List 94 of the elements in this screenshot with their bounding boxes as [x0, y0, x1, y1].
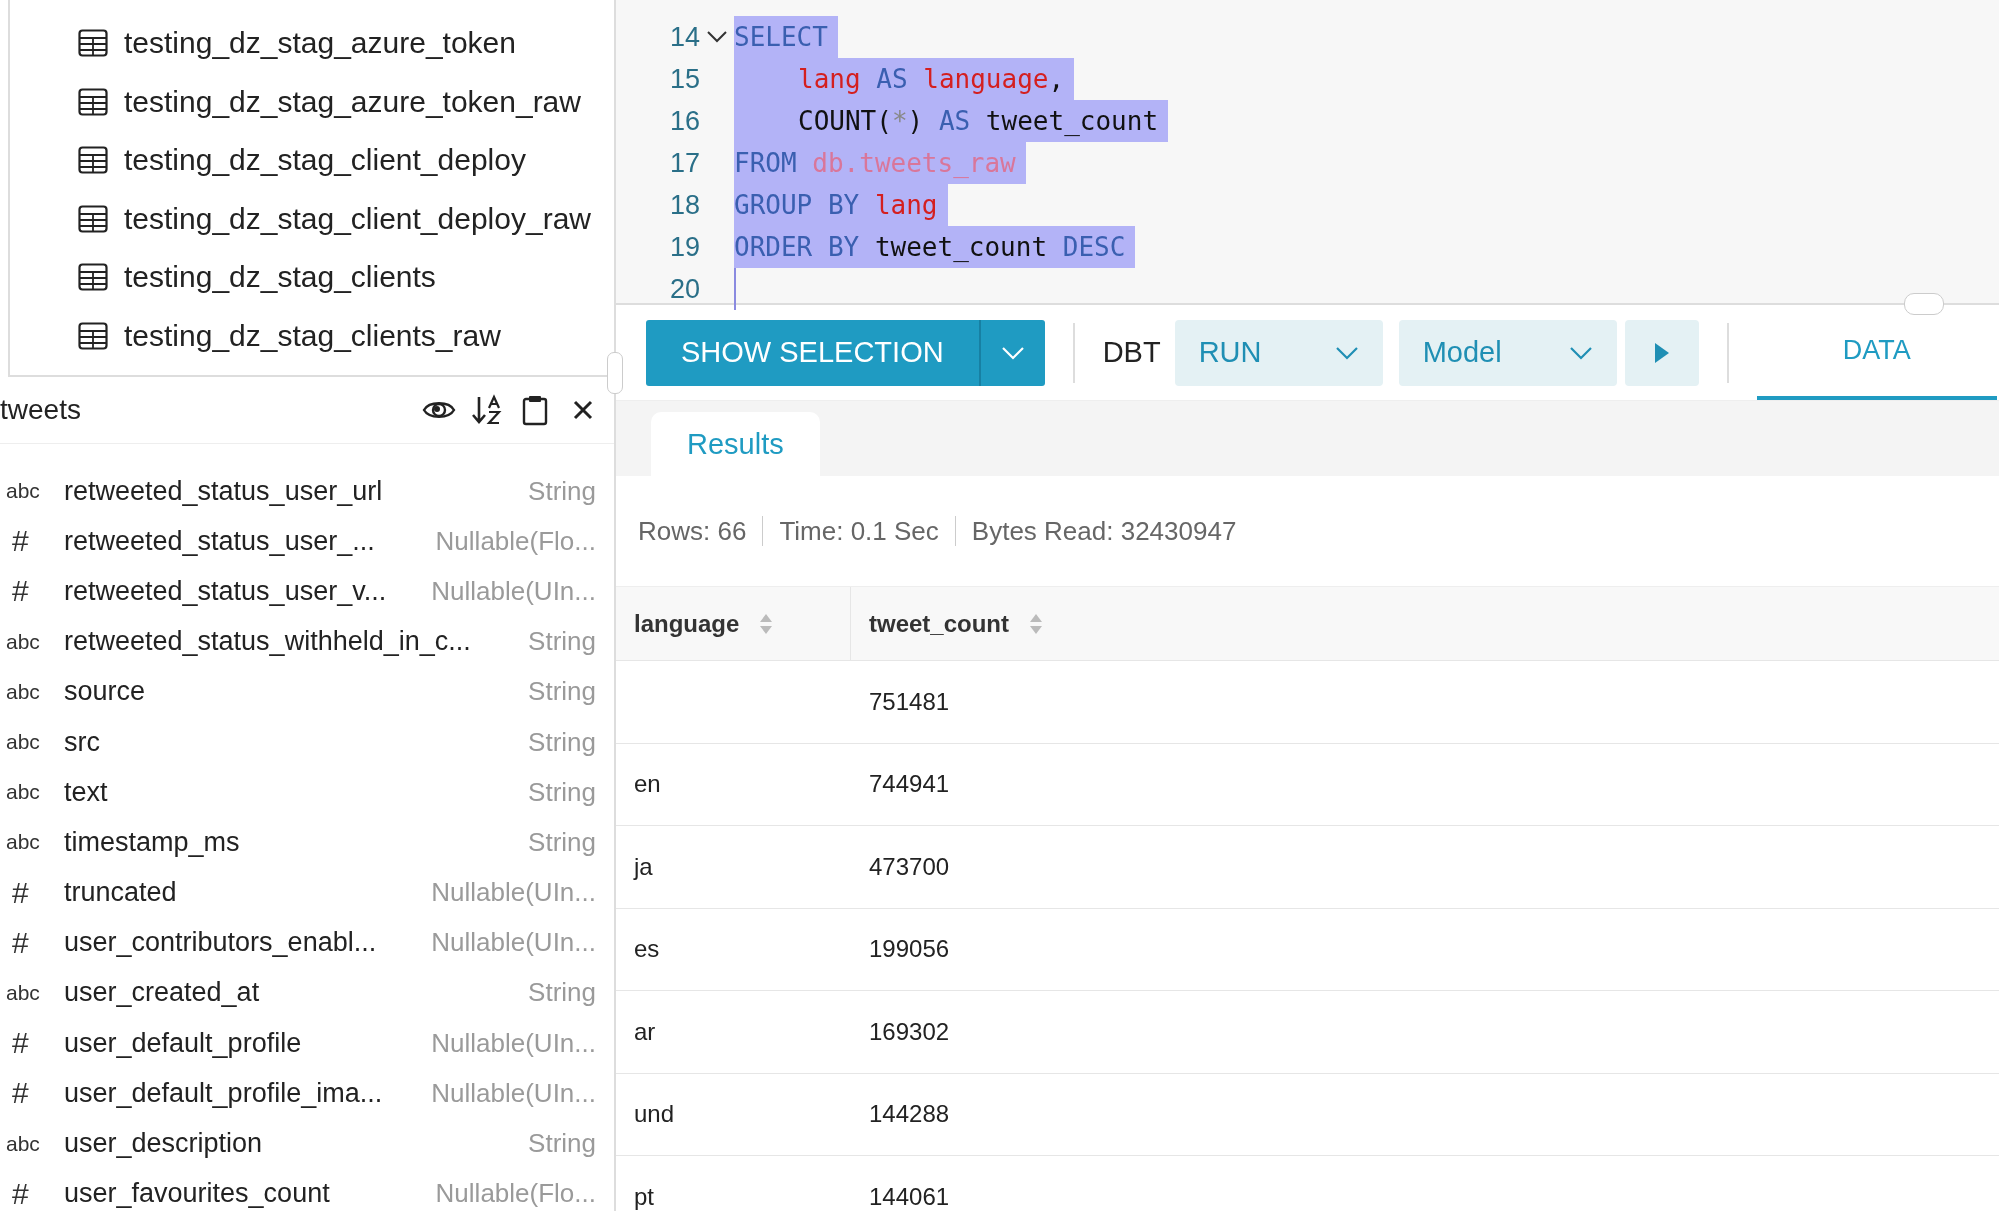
type-icon: #	[0, 524, 64, 559]
field-name[interactable]: user_favourites_count	[64, 1178, 436, 1210]
type-icon: abc	[0, 780, 64, 805]
field-name[interactable]: retweeted_status_user_...	[64, 525, 436, 557]
table-cell: 199056	[869, 935, 950, 964]
tree-item[interactable]: testing_dz_stag_client_deploy	[124, 143, 526, 178]
column-header[interactable]: tweet_count	[851, 587, 1049, 660]
column-header[interactable]: language	[616, 587, 851, 660]
field-name[interactable]: retweeted_status_user_v...	[64, 575, 432, 607]
type-icon: #	[0, 925, 64, 960]
tree-item[interactable]: testing_dz_stag_clients	[124, 260, 436, 295]
field-type: Nullable(UIn...	[431, 1077, 596, 1109]
line-number: 14	[668, 21, 700, 53]
type-icon: #	[0, 574, 64, 609]
field-name[interactable]: retweeted_status_withheld_in_c...	[64, 626, 529, 658]
field-type: String	[528, 826, 596, 858]
table-cell: 751481	[869, 687, 950, 716]
dbt-label: DBT	[1102, 336, 1161, 369]
table-icon	[78, 146, 108, 175]
tree-item[interactable]: testing_dz_stag_azure_token	[124, 26, 516, 61]
field-name[interactable]: truncated	[64, 877, 432, 909]
field-type: String	[528, 776, 596, 808]
tree-item[interactable]: testing_dz_stag_client_deploy_raw	[124, 201, 591, 236]
table-cell: ar	[634, 1017, 656, 1046]
field-type: Nullable(Flo...	[435, 525, 596, 557]
type-icon: abc	[0, 629, 64, 654]
type-icon: abc	[0, 679, 64, 704]
type-icon: #	[0, 1076, 64, 1111]
result-stat: Rows: 66	[638, 515, 747, 547]
table-cell: es	[634, 935, 660, 964]
table-icon	[78, 263, 108, 292]
field-name[interactable]: text	[64, 776, 529, 808]
table-cell: 169302	[869, 1017, 950, 1046]
field-type: Nullable(UIn...	[431, 575, 596, 607]
tree-item[interactable]: testing_dz_stag_clients_raw	[124, 318, 501, 353]
type-icon: abc	[0, 980, 64, 1005]
table-cell: 473700	[869, 852, 950, 881]
field-name[interactable]: user_contributors_enabl...	[64, 927, 432, 959]
type-icon: #	[0, 1026, 64, 1061]
table-icon	[78, 321, 108, 350]
field-name[interactable]: user_default_profile_ima...	[64, 1077, 432, 1109]
table-cell: pt	[634, 1182, 654, 1211]
field-type: String	[528, 977, 596, 1009]
result-stat: Time: 0.1 Sec	[779, 515, 939, 547]
table-cell: 144288	[869, 1100, 950, 1129]
line-number: 17	[668, 147, 700, 179]
resize-handle[interactable]	[1904, 293, 1944, 315]
table-icon	[78, 204, 108, 233]
caret-icon	[1568, 345, 1593, 360]
field-type: String	[528, 726, 596, 758]
field-type: Nullable(UIn...	[431, 877, 596, 909]
field-type: Nullable(UIn...	[431, 1027, 596, 1059]
fold-icon[interactable]	[706, 30, 728, 44]
field-type: Nullable(Flo...	[435, 1178, 596, 1210]
run-button[interactable]	[1624, 319, 1699, 386]
field-type: String	[528, 1128, 596, 1160]
table-icon	[78, 29, 108, 58]
play-icon	[1652, 341, 1671, 364]
table-cell: en	[634, 770, 661, 799]
type-icon: abc	[0, 479, 64, 504]
line-number: 20	[668, 273, 700, 305]
result-stat: Bytes Read: 32430947	[971, 515, 1237, 547]
type-icon: abc	[0, 730, 64, 755]
table-cell: 144061	[869, 1182, 950, 1211]
field-type: String	[528, 475, 596, 507]
field-name[interactable]: retweeted_status_user_url	[64, 475, 529, 507]
type-icon: #	[0, 875, 64, 910]
type-icon: abc	[0, 830, 64, 855]
field-name[interactable]: src	[64, 726, 529, 758]
type-icon: #	[0, 1176, 64, 1211]
caret-icon	[1000, 345, 1025, 360]
table-cell: ja	[634, 852, 653, 881]
type-icon: abc	[0, 1131, 64, 1156]
schema-title: tweets	[0, 394, 82, 426]
field-name[interactable]: user_default_profile	[64, 1027, 432, 1059]
sort-icon[interactable]	[470, 394, 504, 426]
line-number: 15	[668, 63, 700, 95]
table-icon	[78, 87, 108, 116]
line-number: 19	[668, 231, 700, 263]
field-type: Nullable(UIn...	[431, 927, 596, 959]
tree-item[interactable]: testing_dz_stag_azure_token_raw	[124, 84, 581, 119]
text-cursor	[734, 268, 736, 310]
line-number: 18	[668, 189, 700, 221]
field-name[interactable]: source	[64, 676, 529, 708]
table-cell: und	[634, 1100, 675, 1129]
resize-handle[interactable]	[607, 352, 623, 394]
field-type: String	[528, 676, 596, 708]
line-number: 16	[668, 105, 700, 137]
caret-icon	[1334, 345, 1359, 360]
field-name[interactable]: timestamp_ms	[64, 826, 529, 858]
field-name[interactable]: user_created_at	[64, 977, 529, 1009]
table-cell: 744941	[869, 770, 950, 799]
field-type: String	[528, 626, 596, 658]
field-name[interactable]: user_description	[64, 1128, 529, 1160]
